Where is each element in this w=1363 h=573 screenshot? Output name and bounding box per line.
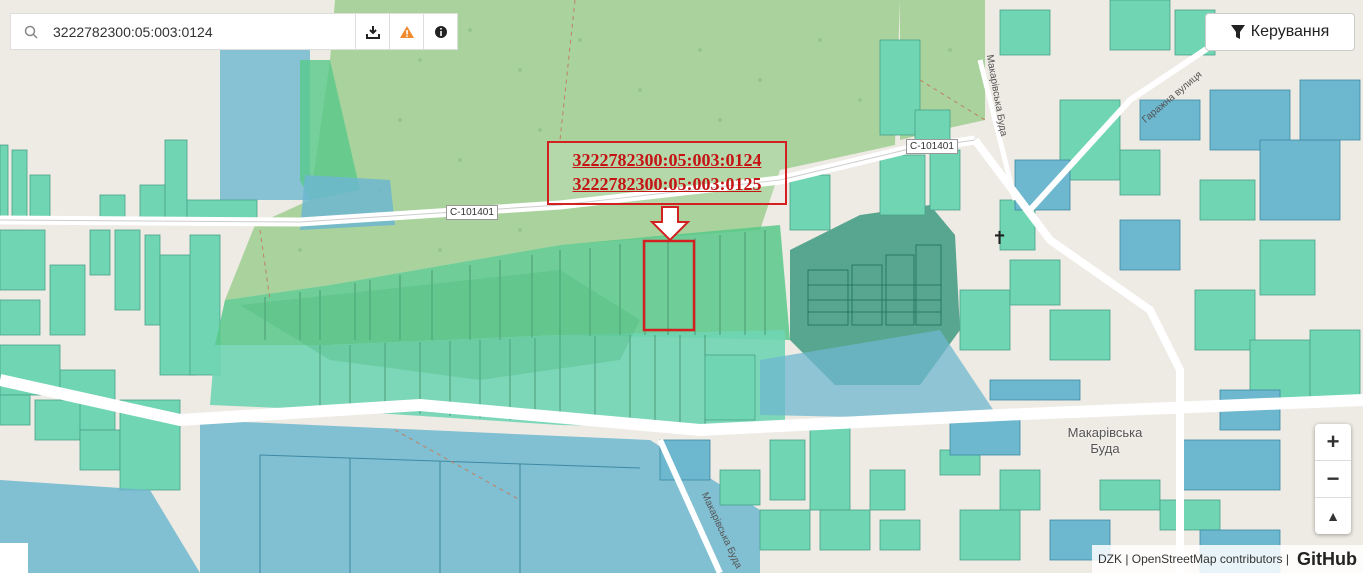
download-button[interactable] [355, 13, 389, 50]
zoom-control: + − ▲ [1315, 424, 1351, 534]
download-icon [365, 25, 380, 39]
road-label-left: C-101401 [446, 205, 498, 220]
place-label-line1: Макарівська [1067, 425, 1143, 440]
search-icon [11, 25, 51, 39]
cadastral-search-input[interactable] [51, 22, 335, 41]
zoom-out-button[interactable]: − [1315, 461, 1351, 498]
control-button[interactable]: Керування [1205, 13, 1355, 51]
attribution: DZK | OpenStreetMap contributors | GitHu… [1092, 545, 1363, 573]
place-label-line2: Буда [1090, 441, 1120, 456]
github-link[interactable]: GitHub [1297, 549, 1357, 570]
place-label: Макарівська Буда [1050, 425, 1160, 457]
warning-icon [399, 25, 414, 38]
warning-button[interactable] [389, 13, 423, 50]
reset-north-button[interactable]: ▲ [1315, 498, 1351, 534]
road-label-right: C-101401 [906, 139, 958, 154]
control-button-label: Керування [1250, 23, 1330, 40]
filter-icon [1230, 24, 1245, 39]
church-cross-icon: ✝ [992, 228, 1008, 248]
compass-icon: ▲ [1326, 508, 1340, 524]
parcel-callout: 3222782300:05:003:0124 3222782300:05:003… [547, 141, 787, 205]
callout-parcel-2: 3222782300:05:003:0125 [572, 174, 762, 194]
corner-blank [0, 543, 28, 573]
callout-parcel-1: 3222782300:05:003:0124 [572, 150, 762, 170]
search-bar [10, 13, 458, 50]
map-canvas[interactable] [0, 0, 1363, 573]
attribution-text[interactable]: DZK | OpenStreetMap contributors | [1098, 552, 1289, 566]
info-button[interactable] [423, 13, 457, 50]
zoom-in-button[interactable]: + [1315, 424, 1351, 461]
info-icon [434, 25, 447, 38]
map-layers [0, 0, 1363, 573]
